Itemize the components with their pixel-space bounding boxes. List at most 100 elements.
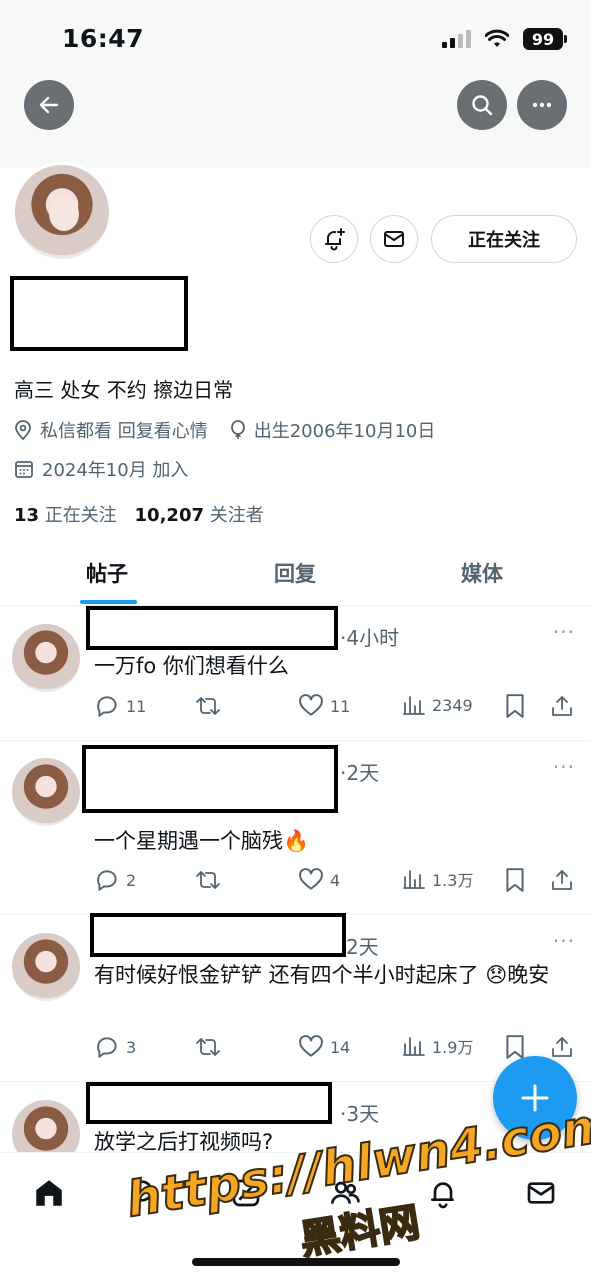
reply-icon [97,696,117,717]
status-bar: 16:47 99 [0,0,591,78]
arrow-left-icon [39,96,59,114]
bookmark-icon [506,694,524,718]
share-button[interactable] [550,867,574,893]
heart-icon [299,868,323,890]
followers-link[interactable]: 10,207 关注者 [135,505,264,526]
back-button[interactable] [24,80,74,130]
tweet-item[interactable]: 2天 ··· 有时候好恨金铲铲 还有四个半小时起床了 😞晚安 3 14 1.9万 [0,913,591,1082]
following-button[interactable]: 正在关注 [431,215,577,263]
share-icon [552,870,572,890]
view-count: 1.3万 [432,871,474,890]
following-link[interactable]: 13 正在关注 [14,505,117,526]
retweet-icon [196,1038,220,1056]
calendar-icon [14,459,34,479]
home-icon [36,1180,62,1206]
profile-tabs: 帖子 回复 媒体 [0,540,591,606]
bell-plus-icon [325,228,345,251]
bookmark-icon [506,868,524,892]
tweet-avatar[interactable] [12,1100,80,1152]
like-button[interactable]: 4 [298,867,340,893]
bookmark-icon [506,1035,524,1059]
envelope-icon [384,231,404,247]
tweet-item[interactable]: ·4小时 ··· 一万fo 你们想看什么 11 11 2349 [0,606,591,741]
bookmark-button[interactable] [504,693,526,719]
bookmark-button[interactable] [504,867,526,893]
reply-count: 2 [126,870,137,890]
more-button[interactable] [517,80,567,130]
followers-label: 关注者 [209,505,264,526]
profile-joined-row: 2024年10月 加入 [14,456,188,482]
retweet-button[interactable] [194,867,222,893]
heart-icon [299,1035,323,1057]
notify-button[interactable] [310,215,358,263]
tweet-actions: 2 4 1.3万 [94,867,576,897]
tab-media[interactable]: 媒体 [461,558,503,588]
search-icon [472,95,493,116]
nav-home[interactable] [29,1173,69,1213]
tab-replies[interactable]: 回复 [274,558,316,588]
redacted-author-name [86,606,338,650]
tweet-avatar[interactable] [12,624,80,692]
redacted-author-name [86,1082,332,1124]
tweet-timestamp[interactable]: ·4小时 [340,622,399,651]
status-icons: 99 [442,28,567,50]
views-button[interactable]: 1.3万 [402,867,473,891]
retweet-icon [196,871,220,889]
views-icon [403,870,425,889]
tweet-more-icon[interactable]: ··· [553,620,575,644]
tweet-actions: 3 14 1.9万 [94,1034,576,1064]
share-button[interactable] [550,1034,574,1060]
message-button[interactable] [370,215,418,263]
like-button[interactable]: 14 [298,1034,350,1060]
bookmark-button[interactable] [504,1034,526,1060]
profile-avatar[interactable] [12,162,112,262]
profile-meta-row: 私信都看 回复看心情 出生2006年10月10日 [14,417,435,443]
view-count: 1.9万 [432,1038,474,1057]
tweet-avatar[interactable] [12,933,80,1001]
like-button[interactable]: 11 [298,693,350,719]
tweet-item[interactable]: ·2天 ··· 一个星期遇一个脑残🔥 2 4 1.3万 [0,741,591,915]
tweet-more-icon[interactable]: ··· [553,755,575,779]
profile-birthday: 出生2006年10月10日 [253,421,436,442]
search-button[interactable] [457,80,507,130]
active-tab-indicator [80,600,137,604]
status-time: 16:47 [62,24,145,53]
like-count: 4 [330,870,341,890]
views-button[interactable]: 2349 [402,693,473,717]
follow-stats: 13 正在关注 10,207 关注者 [14,501,264,527]
retweet-button[interactable] [194,1034,222,1060]
redacted-author-name [90,913,346,957]
following-label: 正在关注 [44,505,117,526]
view-count: 2349 [432,695,473,715]
tweet-text: 一个星期遇一个脑残🔥 [94,829,310,853]
tweet-text: 有时候好恨金铲铲 还有四个半小时起床了 😞晚安 [94,963,550,987]
wifi-icon [485,29,509,47]
followers-count: 10,207 [134,505,204,526]
tweet-timestamp[interactable]: 2天 [346,931,379,960]
redacted-author-name [82,745,338,813]
share-icon [552,696,572,716]
reply-button[interactable]: 11 [94,693,146,719]
tab-posts[interactable]: 帖子 [86,558,128,588]
share-button[interactable] [550,693,574,719]
profile-location: 私信都看 回复看心情 [40,421,208,442]
like-count: 11 [330,696,351,716]
reply-button[interactable]: 3 [94,1034,136,1060]
retweet-button[interactable] [194,693,222,719]
reply-count: 3 [126,1037,137,1057]
views-icon [403,696,425,715]
views-button[interactable]: 1.9万 [402,1034,473,1058]
like-count: 14 [330,1037,351,1057]
more-icon [532,102,552,108]
share-icon [552,1037,572,1057]
redacted-display-name [10,276,188,351]
tweet-text: 一万fo 你们想看什么 [94,654,289,678]
tweet-avatar[interactable] [12,758,80,826]
profile-joined: 2024年10月 加入 [42,460,189,481]
tweet-more-icon[interactable]: ··· [553,929,575,953]
tweet-actions: 11 11 2349 [94,693,576,723]
reply-count: 11 [126,696,147,716]
tweet-timestamp[interactable]: ·2天 [340,757,379,786]
home-indicator [192,1258,400,1266]
reply-button[interactable]: 2 [94,867,136,893]
